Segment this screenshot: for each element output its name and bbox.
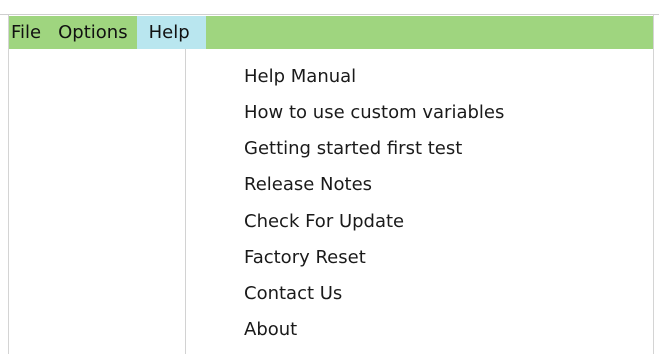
menu-options[interactable]: Options [51, 16, 136, 49]
menu-file[interactable]: File [9, 16, 51, 49]
window-left-border [8, 15, 9, 354]
menu-bar: File Options Help [9, 16, 653, 49]
menu-item-contact-us[interactable]: Contact Us [244, 276, 644, 310]
help-dropdown-menu: Help Manual How to use custom variables … [185, 49, 653, 354]
menu-item-factory-reset[interactable]: Factory Reset [244, 240, 644, 274]
menu-item-check-for-update[interactable]: Check For Update [244, 204, 644, 238]
app-window: File Options Help Help Manual How to use… [0, 0, 659, 354]
menu-item-release-notes[interactable]: Release Notes [244, 167, 644, 201]
window-top-edge [0, 0, 659, 15]
menu-help[interactable]: Help [136, 16, 206, 49]
menu-item-help-manual[interactable]: Help Manual [244, 59, 644, 93]
menu-item-getting-started[interactable]: Getting started first test [244, 131, 644, 165]
menu-item-about[interactable]: About [244, 312, 644, 346]
window-right-border [653, 15, 654, 354]
menu-item-custom-variables[interactable]: How to use custom variables [244, 95, 644, 129]
